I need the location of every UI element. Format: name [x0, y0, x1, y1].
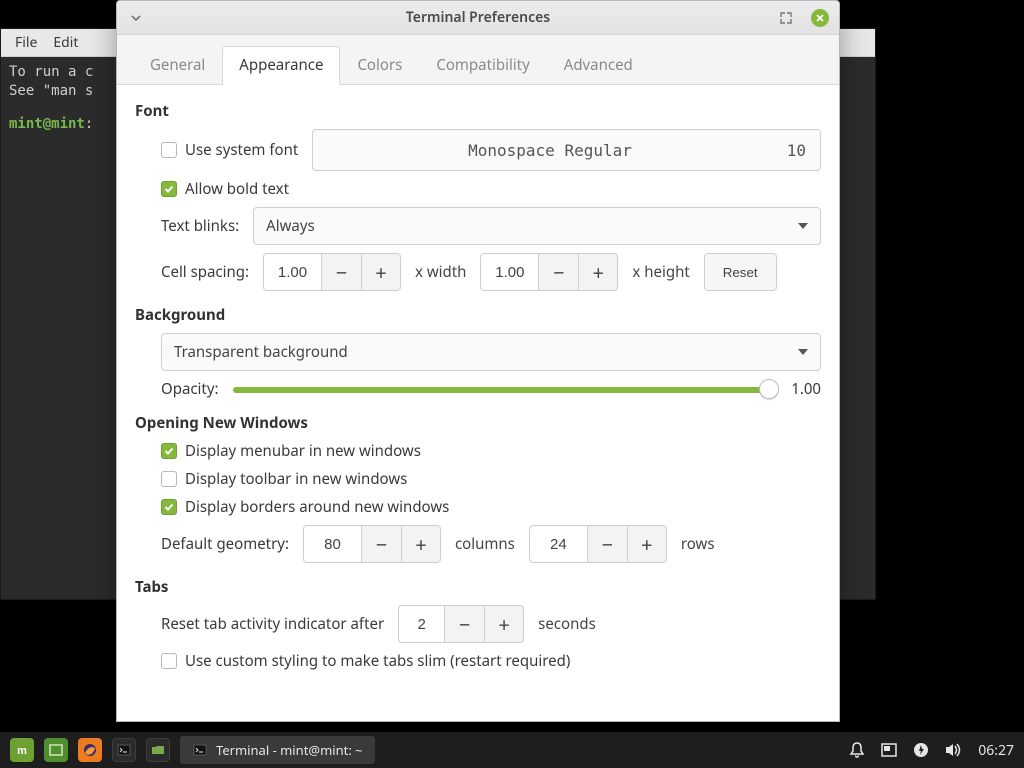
minus-button[interactable]: −	[444, 605, 484, 643]
reset-button[interactable]: Reset	[704, 253, 777, 291]
font-picker[interactable]: Monospace Regular 10	[312, 129, 821, 171]
prefs-body: Font Use system font Monospace Regular 1…	[117, 85, 839, 721]
prompt-user: mint@mint	[9, 116, 85, 132]
slider-knob[interactable]	[759, 379, 779, 399]
checkbox-icon	[161, 499, 177, 515]
system-tray: 06:27	[848, 741, 1014, 760]
reset-tab-input[interactable]	[398, 605, 444, 643]
power-icon[interactable]	[912, 741, 930, 759]
plus-button[interactable]: +	[578, 253, 618, 291]
plus-button[interactable]: +	[484, 605, 524, 643]
cell-height-stepper: − +	[480, 253, 618, 291]
taskbar-active-window[interactable]: Terminal - mint@mint: ~	[180, 736, 375, 764]
display-toolbar-label: Display toolbar in new windows	[185, 469, 407, 489]
tab-general[interactable]: General	[133, 46, 222, 85]
firefox-icon[interactable]	[78, 738, 102, 762]
terminal-preferences-dialog: Terminal Preferences General Appearance …	[116, 0, 840, 722]
dialog-title: Terminal Preferences	[187, 8, 769, 27]
section-new-windows: Opening New Windows	[135, 413, 821, 433]
text-blinks-label: Text blinks:	[161, 216, 239, 236]
font-name: Monospace Regular	[327, 141, 772, 160]
checkbox-icon	[161, 142, 177, 158]
rows-stepper: − +	[529, 525, 667, 563]
checkbox-icon	[161, 443, 177, 459]
tab-appearance[interactable]: Appearance	[222, 46, 340, 85]
font-size: 10	[787, 141, 806, 160]
tab-colors[interactable]: Colors	[340, 46, 419, 85]
slider-track	[233, 387, 778, 393]
show-desktop-icon[interactable]	[44, 738, 68, 762]
rows-input[interactable]	[529, 525, 587, 563]
notifications-icon[interactable]	[848, 741, 866, 759]
plus-button[interactable]: +	[401, 525, 441, 563]
checkbox-icon	[161, 653, 177, 669]
display-menubar-checkbox[interactable]: Display menubar in new windows	[161, 441, 421, 461]
allow-bold-checkbox[interactable]: Allow bold text	[161, 179, 289, 199]
volume-icon[interactable]	[944, 741, 964, 759]
x-height-label: x height	[632, 262, 689, 282]
menu-file[interactable]: File	[15, 33, 37, 52]
files-launcher-icon[interactable]	[146, 738, 170, 762]
taskbar-active-title: Terminal - mint@mint: ~	[216, 741, 363, 759]
opacity-value: 1.00	[791, 379, 821, 399]
display-borders-checkbox[interactable]: Display borders around new windows	[161, 497, 449, 517]
slim-tabs-label: Use custom styling to make tabs slim (re…	[185, 651, 570, 671]
terminal-icon	[192, 742, 208, 758]
cell-height-input[interactable]	[480, 253, 538, 291]
minus-button[interactable]: −	[538, 253, 578, 291]
x-width-label: x width	[415, 262, 466, 282]
section-tabs: Tabs	[135, 577, 821, 597]
opacity-slider[interactable]	[233, 379, 778, 399]
columns-label: columns	[455, 534, 515, 554]
slim-tabs-checkbox[interactable]: Use custom styling to make tabs slim (re…	[161, 651, 570, 671]
reset-tab-unit: seconds	[538, 614, 596, 634]
text-blinks-value: Always	[266, 216, 315, 236]
background-type-value: Transparent background	[174, 342, 348, 362]
titlebar[interactable]: Terminal Preferences	[117, 1, 839, 35]
workspace-icon[interactable]	[880, 741, 898, 759]
display-toolbar-checkbox[interactable]: Display toolbar in new windows	[161, 469, 407, 489]
columns-stepper: − +	[303, 525, 441, 563]
text-blinks-dropdown[interactable]: Always	[253, 207, 821, 245]
minus-button[interactable]: −	[587, 525, 627, 563]
cell-width-input[interactable]	[263, 253, 321, 291]
plus-button[interactable]: +	[627, 525, 667, 563]
close-icon[interactable]	[811, 9, 829, 27]
display-borders-label: Display borders around new windows	[185, 497, 449, 517]
display-menubar-label: Display menubar in new windows	[185, 441, 421, 461]
terminal-launcher-icon[interactable]	[112, 738, 136, 762]
section-background: Background	[135, 305, 821, 325]
use-system-font-label: Use system font	[185, 140, 298, 160]
reset-tab-stepper: − +	[398, 605, 524, 643]
prompt-colon: :	[85, 116, 93, 132]
minus-button[interactable]: −	[361, 525, 401, 563]
minus-button[interactable]: −	[321, 253, 361, 291]
tabs: General Appearance Colors Compatibility …	[117, 35, 839, 85]
cell-width-stepper: − +	[263, 253, 401, 291]
plus-button[interactable]: +	[361, 253, 401, 291]
columns-input[interactable]	[303, 525, 361, 563]
chevron-down-icon	[798, 349, 808, 355]
chevron-down-icon	[798, 223, 808, 229]
reset-tab-label: Reset tab activity indicator after	[161, 614, 384, 634]
section-font: Font	[135, 101, 821, 121]
menu-edit[interactable]: Edit	[53, 33, 78, 52]
clock[interactable]: 06:27	[978, 741, 1014, 760]
rows-label: rows	[681, 534, 715, 554]
maximize-icon[interactable]	[777, 9, 795, 27]
checkbox-icon	[161, 471, 177, 487]
use-system-font-checkbox[interactable]: Use system font	[161, 140, 298, 160]
default-geometry-label: Default geometry:	[161, 534, 289, 554]
svg-text:m: m	[17, 745, 27, 757]
taskbar: m Terminal - mint@mint: ~ 06:27	[0, 732, 1024, 768]
mint-menu-icon[interactable]: m	[10, 738, 34, 762]
cell-spacing-label: Cell spacing:	[161, 262, 249, 282]
allow-bold-label: Allow bold text	[185, 179, 289, 199]
tab-compatibility[interactable]: Compatibility	[419, 46, 546, 85]
tab-advanced[interactable]: Advanced	[547, 46, 650, 85]
background-type-dropdown[interactable]: Transparent background	[161, 333, 821, 371]
chevron-down-icon[interactable]	[127, 9, 145, 27]
opacity-label: Opacity:	[161, 379, 219, 399]
checkbox-icon	[161, 181, 177, 197]
